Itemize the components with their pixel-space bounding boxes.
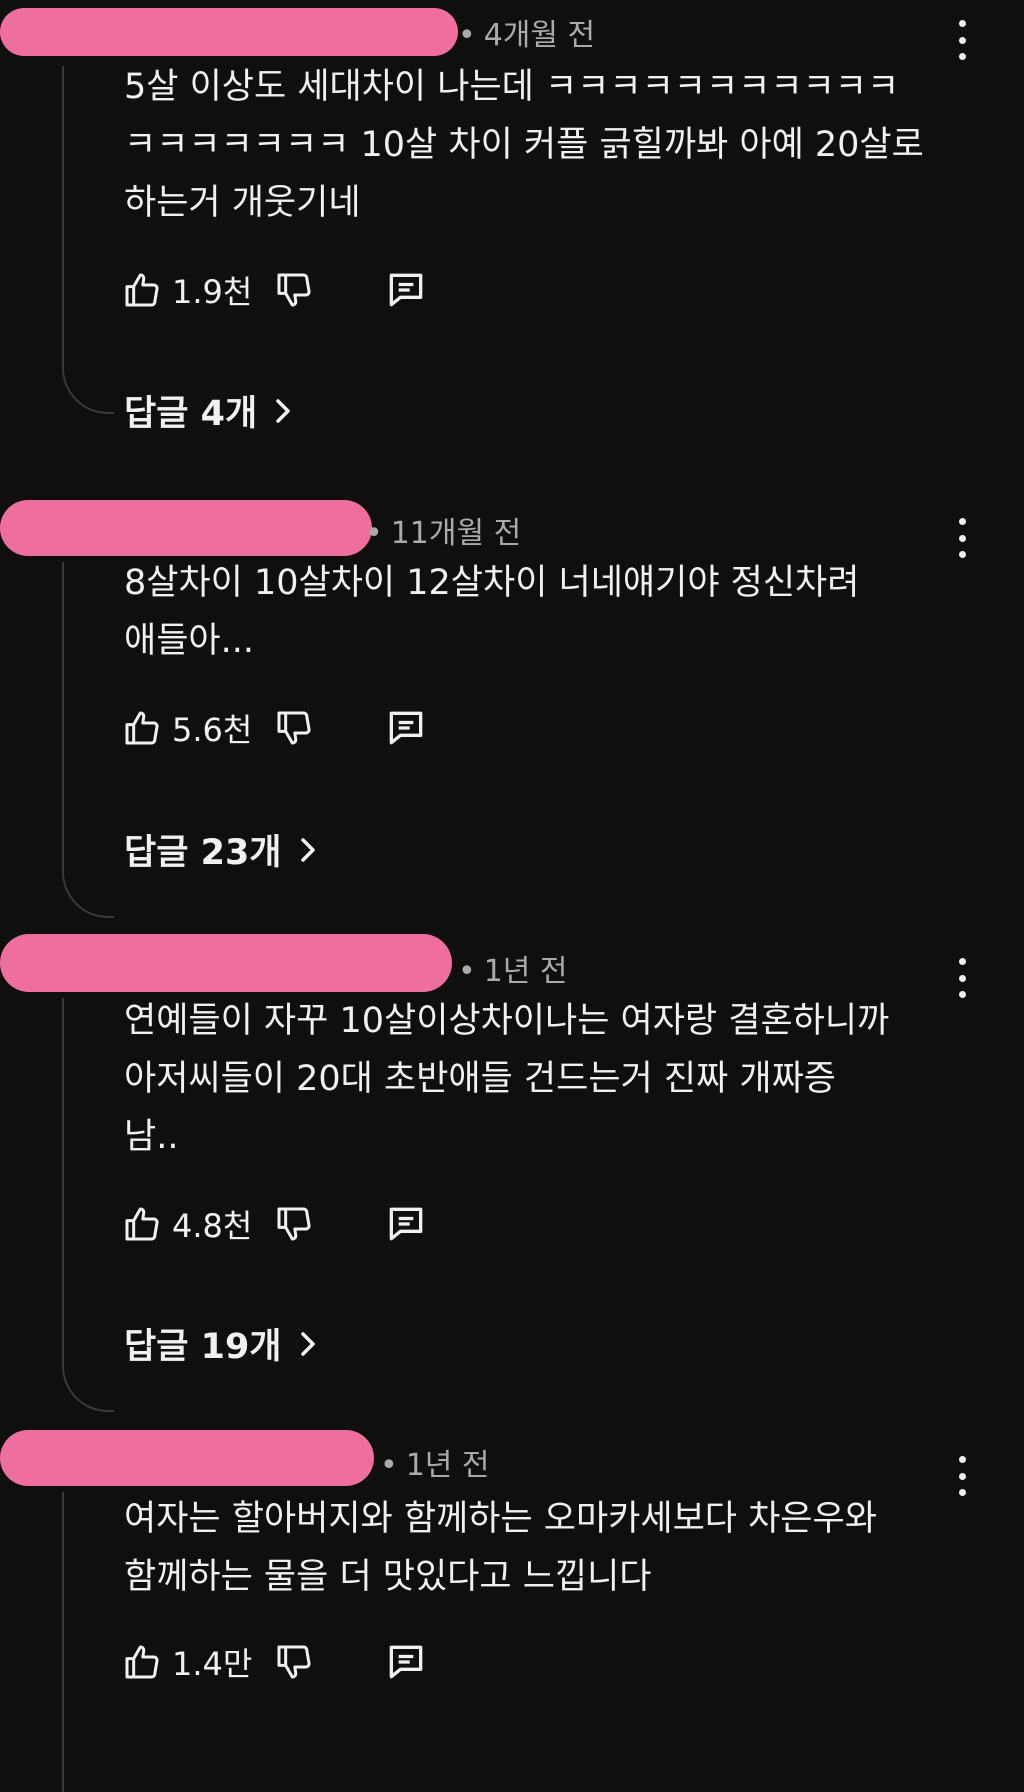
- comment-meta: • 1년 전: [380, 1448, 490, 1483]
- thumbs-up-icon[interactable]: [122, 1204, 162, 1244]
- thread-line: [62, 1492, 114, 1792]
- thumbs-up-icon[interactable]: [122, 270, 162, 310]
- comment-meta: • 4개월 전: [458, 18, 596, 53]
- thread-line: [62, 998, 114, 1412]
- replies-label: 답글 23개: [124, 833, 282, 873]
- redacted-username: [0, 500, 372, 556]
- like-count: 1.4만: [172, 1645, 253, 1683]
- chevron-right-icon: [298, 835, 318, 865]
- thumbs-up-icon[interactable]: [122, 1642, 162, 1682]
- action-row: 1.4만: [122, 1638, 428, 1686]
- like-count: 1.9천: [172, 273, 253, 311]
- comment-text: 5살 이상도 세대차이 나는데 ㅋㅋㅋㅋㅋㅋㅋㅋㅋㅋㅋ ㅋㅋㅋㅋㅋㅋㅋ 10살 …: [124, 67, 924, 223]
- thumbs-down-icon[interactable]: [274, 708, 314, 748]
- action-row: 5.6천: [122, 704, 428, 752]
- comment-text: 여자는 할아버지와 함께하는 오마카세보다 차은우와 함께하는 물을 더 맛있다…: [124, 1499, 877, 1597]
- action-row: 1.9천: [122, 266, 428, 314]
- comment-time: 1년 전: [405, 1448, 490, 1483]
- thumbs-down-icon[interactable]: [274, 1642, 314, 1682]
- comment-time: 4개월 전: [483, 18, 596, 53]
- comment-meta: • 11개월 전: [365, 516, 522, 551]
- redacted-username: [0, 8, 458, 56]
- more-vertical-icon[interactable]: [952, 20, 972, 60]
- replies-label: 답글 4개: [124, 394, 258, 434]
- more-vertical-icon[interactable]: [952, 518, 972, 558]
- comment-meta: • 1년 전: [458, 954, 568, 989]
- chevron-right-icon: [298, 1329, 318, 1359]
- redacted-username: [0, 934, 452, 992]
- like-count: 4.8천: [172, 1207, 253, 1245]
- view-replies-button[interactable]: 답글 4개: [124, 385, 293, 436]
- like-count: 5.6천: [172, 711, 253, 749]
- chevron-right-icon: [273, 396, 293, 426]
- comment-reply-icon[interactable]: [384, 706, 428, 750]
- thumbs-up-icon[interactable]: [122, 708, 162, 748]
- comment-text: 8살차이 10살차이 12살차이 너네얘기야 정신차려 애들아...: [124, 563, 860, 661]
- thread-line: [62, 562, 114, 918]
- replies-label: 답글 19개: [124, 1327, 282, 1367]
- comment-reply-icon[interactable]: [384, 1640, 428, 1684]
- comment-text: 연예들이 자꾸 10살이상차이나는 여자랑 결혼하니까 아저씨들이 20대 초반…: [124, 1001, 890, 1157]
- comment-reply-icon[interactable]: [384, 1202, 428, 1246]
- redacted-username: [0, 1430, 374, 1486]
- view-replies-button[interactable]: 답글 19개: [124, 1318, 318, 1369]
- thumbs-down-icon[interactable]: [274, 270, 314, 310]
- thread-line: [62, 66, 114, 414]
- comment-time: 11개월 전: [390, 516, 522, 551]
- comment-time: 1년 전: [483, 954, 568, 989]
- view-replies-button[interactable]: 답글 23개: [124, 824, 318, 875]
- comment-reply-icon[interactable]: [384, 268, 428, 312]
- action-row: 4.8천: [122, 1200, 428, 1248]
- thumbs-down-icon[interactable]: [274, 1204, 314, 1244]
